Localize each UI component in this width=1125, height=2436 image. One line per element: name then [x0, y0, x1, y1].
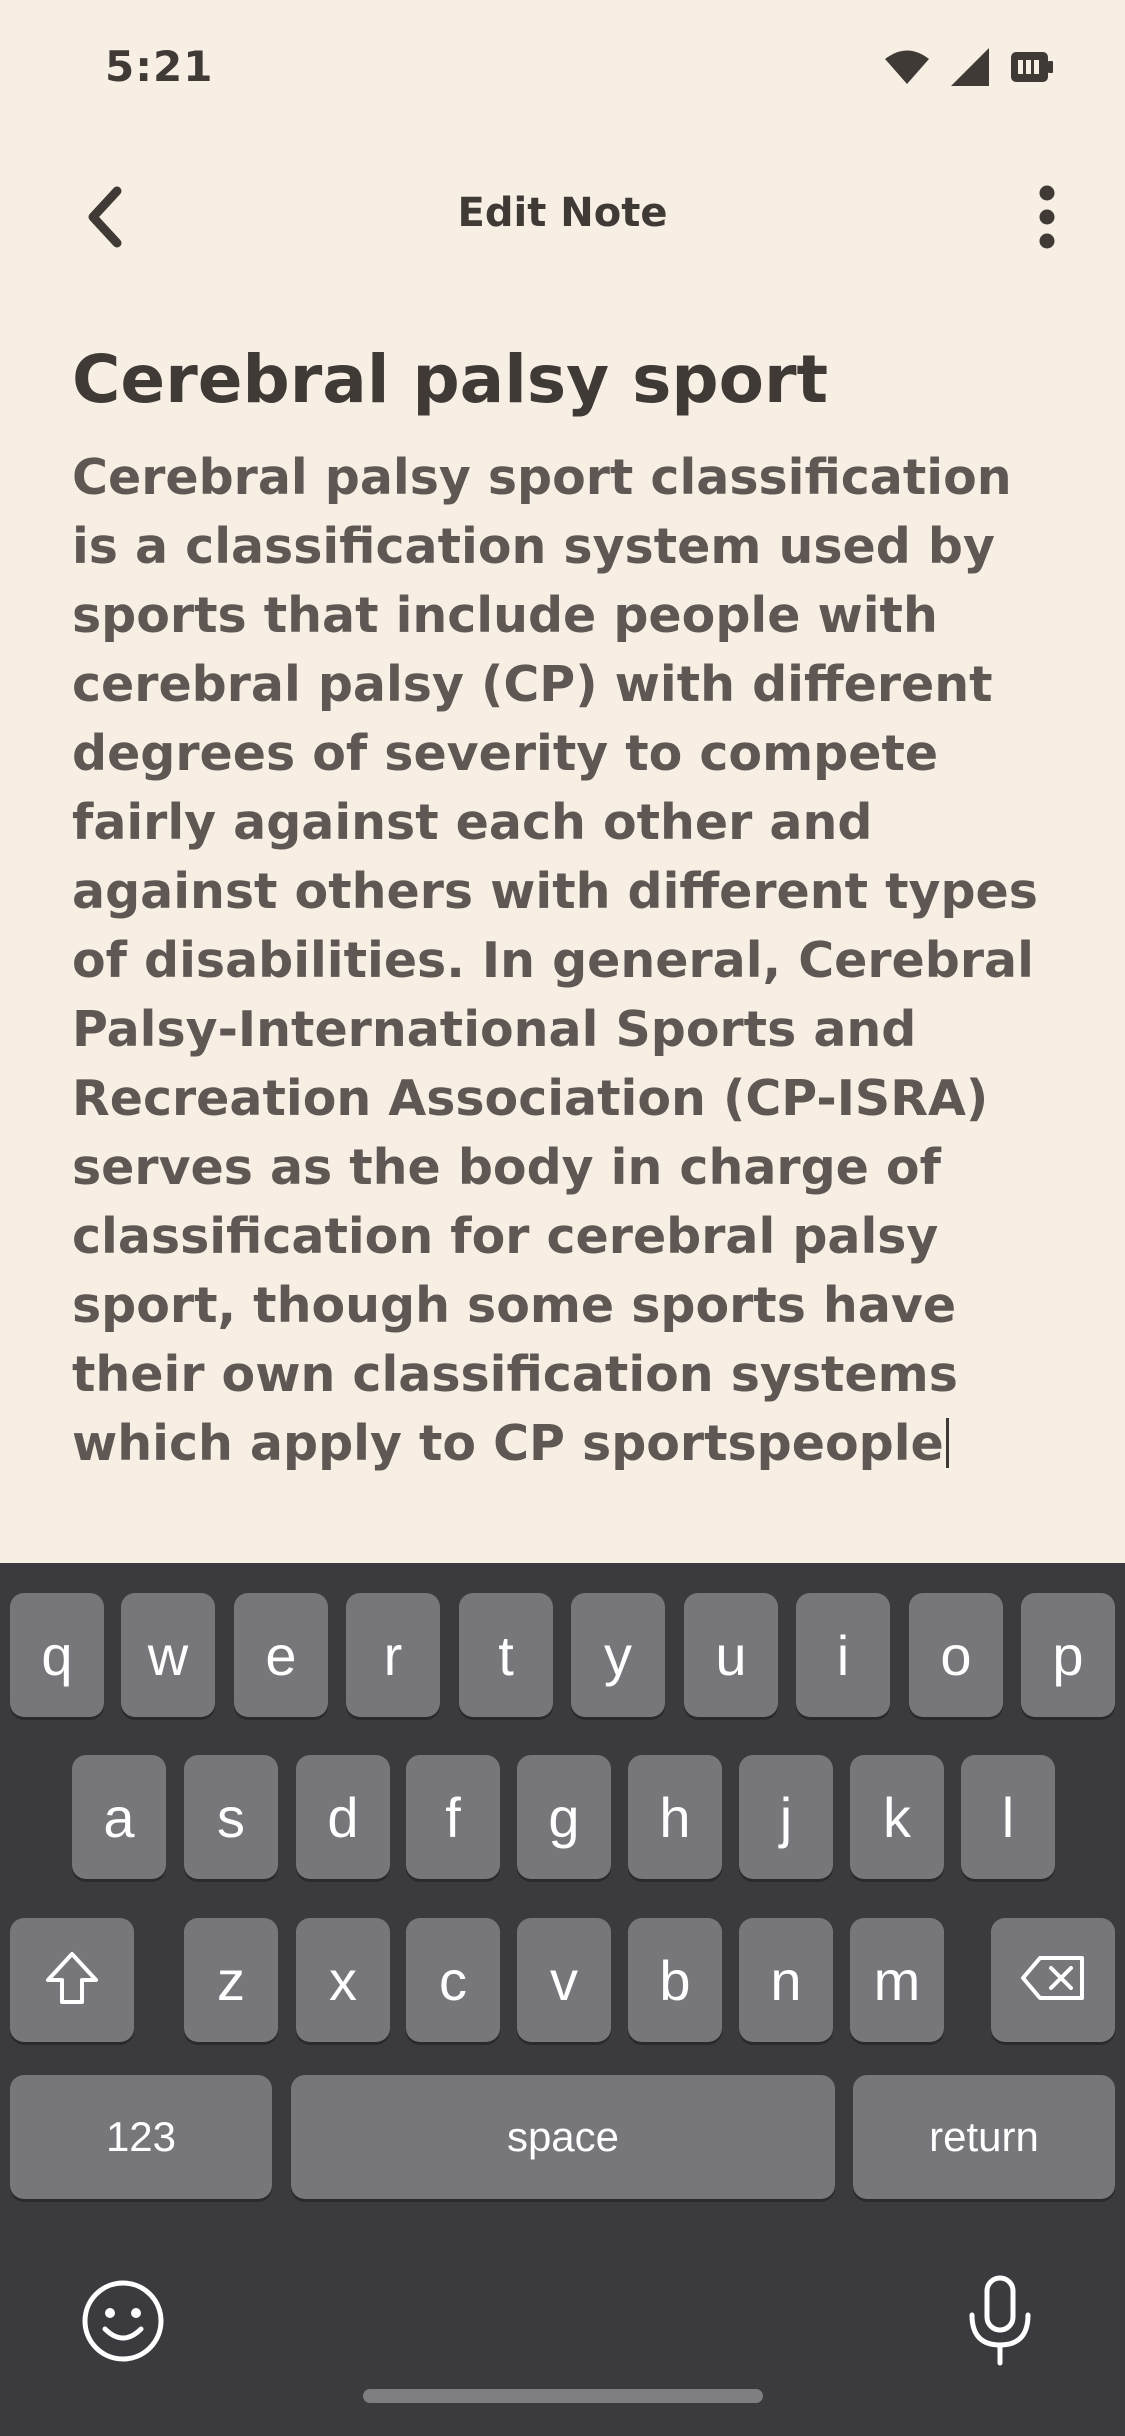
- wifi-icon: [885, 50, 929, 88]
- return-key[interactable]: return: [853, 2075, 1115, 2199]
- key-w[interactable]: w: [121, 1593, 215, 1717]
- page-title: Edit Note: [457, 190, 668, 236]
- note-editor[interactable]: Cerebral palsy sport Cerebral palsy spor…: [72, 335, 1062, 1478]
- key-n[interactable]: n: [739, 1918, 833, 2042]
- backspace-icon: [1020, 1955, 1086, 2006]
- shift-key[interactable]: [10, 1918, 134, 2042]
- note-body-text[interactable]: Cerebral palsy sport classification is a…: [72, 443, 1062, 1478]
- status-time: 5:21: [105, 42, 214, 91]
- key-z[interactable]: z: [184, 1918, 278, 2042]
- key-i[interactable]: i: [796, 1593, 890, 1717]
- key-q[interactable]: q: [10, 1593, 104, 1717]
- key-c[interactable]: c: [406, 1918, 500, 2042]
- key-e[interactable]: e: [234, 1593, 328, 1717]
- note-body: Cerebral palsy sport classification is a…: [72, 449, 1038, 1472]
- status-icons: [885, 48, 1053, 90]
- key-v[interactable]: v: [517, 1918, 611, 2042]
- shift-icon: [42, 1948, 102, 2013]
- text-cursor: [945, 1418, 949, 1468]
- key-j[interactable]: j: [739, 1755, 833, 1879]
- key-g[interactable]: g: [517, 1755, 611, 1879]
- microphone-icon: [966, 2275, 1034, 2372]
- keyboard: q w e r t y u i o p a s d f g h j k l z …: [0, 1563, 1125, 2436]
- status-bar: 5:21: [0, 0, 1125, 140]
- battery-icon: [1011, 52, 1053, 86]
- key-k[interactable]: k: [850, 1755, 944, 1879]
- top-nav: Edit Note: [0, 168, 1125, 268]
- key-x[interactable]: x: [296, 1918, 390, 2042]
- note-title[interactable]: Cerebral palsy sport: [72, 335, 1062, 425]
- key-u[interactable]: u: [684, 1593, 778, 1717]
- key-d[interactable]: d: [296, 1755, 390, 1879]
- key-p[interactable]: p: [1021, 1593, 1115, 1717]
- key-r[interactable]: r: [346, 1593, 440, 1717]
- microphone-button[interactable]: [960, 2275, 1040, 2371]
- emoji-icon: [81, 2279, 165, 2368]
- cell-signal-icon: [951, 48, 989, 90]
- key-s[interactable]: s: [184, 1755, 278, 1879]
- key-y[interactable]: y: [571, 1593, 665, 1717]
- key-o[interactable]: o: [909, 1593, 1003, 1717]
- numbers-key[interactable]: 123: [10, 2075, 272, 2199]
- key-b[interactable]: b: [628, 1918, 722, 2042]
- home-indicator[interactable]: [363, 2389, 763, 2403]
- more-options-button[interactable]: [1017, 184, 1077, 254]
- key-f[interactable]: f: [406, 1755, 500, 1879]
- key-t[interactable]: t: [459, 1593, 553, 1717]
- key-l[interactable]: l: [961, 1755, 1055, 1879]
- key-h[interactable]: h: [628, 1755, 722, 1879]
- space-key[interactable]: space: [291, 2075, 835, 2199]
- emoji-button[interactable]: [78, 2278, 168, 2368]
- key-a[interactable]: a: [72, 1755, 166, 1879]
- key-m[interactable]: m: [850, 1918, 944, 2042]
- delete-key[interactable]: [991, 1918, 1115, 2042]
- more-vertical-icon: [1037, 185, 1057, 253]
